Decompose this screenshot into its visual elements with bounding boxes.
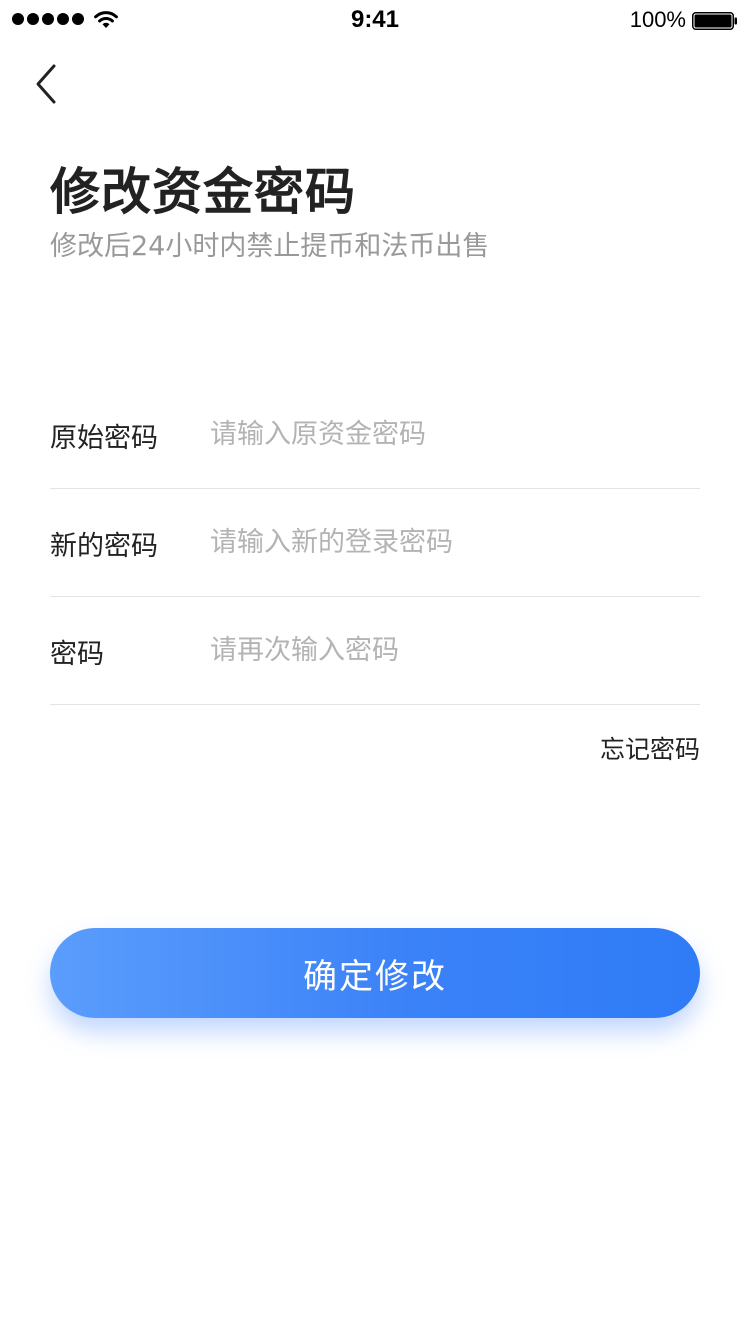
original-password-label: 原始密码 [50,423,158,454]
new-password-input[interactable] [210,516,690,568]
battery-percentage: 100% [629,7,686,32]
forgot-password-link[interactable]: 忘记密码 [600,730,700,766]
original-password-input[interactable] [210,408,690,460]
battery-icon [692,12,737,30]
page-title: 修改资金密码 [50,163,356,221]
page-subtitle: 修改后24小时内禁止提币和法币出售 [50,231,490,262]
confirm-change-button[interactable]: 确定修改 [50,928,700,1018]
confirm-password-input[interactable] [210,624,690,676]
new-password-row: 新的密码 [50,488,700,597]
original-password-row: 原始密码 [50,380,700,489]
confirm-password-label: 密码 [50,639,104,670]
status-bar: 9:41 100% [0,0,750,40]
confirm-password-row: 密码 [50,596,700,705]
back-button[interactable] [28,62,68,106]
new-password-label: 新的密码 [50,531,158,562]
chevron-left-icon [36,64,56,104]
